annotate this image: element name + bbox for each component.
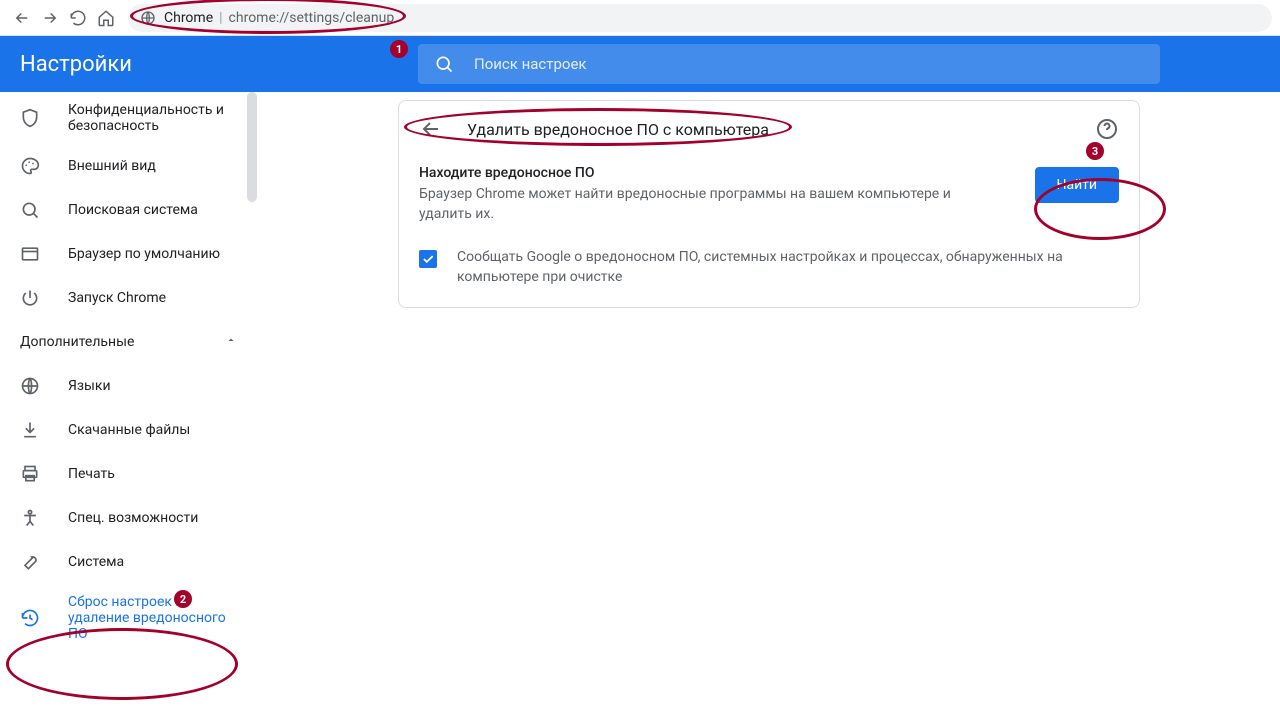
sidebar-item-search-engine[interactable]: Поисковая система <box>0 188 249 232</box>
url-separator: | <box>219 10 222 26</box>
globe-icon <box>20 376 40 396</box>
scrollbar-thumb[interactable] <box>247 92 257 202</box>
sidebar-item-label: Сброс настроек и удаление вредоносного П… <box>68 594 229 642</box>
sidebar-item-downloads[interactable]: Скачанные файлы <box>0 408 249 452</box>
report-checkbox-row: Сообщать Google о вредоносном ПО, систем… <box>419 248 1119 287</box>
find-section-desc: Браузер Chrome может найти вредоносные п… <box>419 185 995 224</box>
sidebar-item-reset-cleanup[interactable]: Сброс настроек и удаление вредоносного П… <box>0 584 249 652</box>
sidebar-item-label: Языки <box>68 378 111 394</box>
power-icon <box>20 288 40 308</box>
address-bar[interactable]: Chrome | chrome://settings/cleanup <box>128 4 1272 32</box>
sidebar: Конфиденциальность и безопасность Внешни… <box>0 92 258 713</box>
sidebar-section-label: Дополнительные <box>20 334 134 350</box>
cleanup-panel: Удалить вредоносное ПО с компьютера Нахо… <box>398 100 1140 308</box>
panel-body: Находите вредоносное ПО Браузер Chrome м… <box>399 157 1139 307</box>
home-icon[interactable] <box>92 4 120 32</box>
sidebar-item-label: Поисковая система <box>68 202 198 218</box>
sidebar-item-on-startup[interactable]: Запуск Chrome <box>0 276 249 320</box>
sidebar-item-label: Конфиденциальность и безопасность <box>68 102 229 134</box>
search-input[interactable] <box>474 55 1144 73</box>
chevron-up-icon <box>225 334 237 350</box>
restore-icon <box>20 608 40 628</box>
sidebar-item-label: Печать <box>68 466 115 482</box>
main-panel-wrap: Удалить вредоносное ПО с компьютера Нахо… <box>258 92 1280 713</box>
content-area: Конфиденциальность и безопасность Внешни… <box>0 92 1280 713</box>
reload-icon[interactable] <box>64 4 92 32</box>
sidebar-item-label: Скачанные файлы <box>68 422 190 438</box>
browser-icon <box>20 244 40 264</box>
sidebar-item-label: Внешний вид <box>68 158 156 174</box>
back-nav-icon[interactable] <box>8 4 36 32</box>
shield-icon <box>20 108 40 128</box>
palette-icon <box>20 156 40 176</box>
sidebar-item-default-browser[interactable]: Браузер по умолчанию <box>0 232 249 276</box>
sidebar-item-languages[interactable]: Языки <box>0 364 249 408</box>
download-icon <box>20 420 40 440</box>
wrench-icon <box>20 552 40 572</box>
sidebar-item-label: Система <box>68 554 124 570</box>
panel-back-button[interactable] <box>419 117 443 141</box>
page-title: Настройки <box>20 52 418 77</box>
sidebar-item-accessibility[interactable]: Спец. возможности <box>0 496 249 540</box>
site-info-icon[interactable] <box>140 10 156 26</box>
find-section-title: Находите вредоносное ПО <box>419 165 995 181</box>
sidebar-section-advanced[interactable]: Дополнительные <box>0 320 257 364</box>
print-icon <box>20 464 40 484</box>
panel-header: Удалить вредоносное ПО с компьютера <box>399 101 1139 157</box>
settings-search[interactable] <box>418 44 1160 84</box>
report-checkbox-label: Сообщать Google о вредоносном ПО, систем… <box>457 248 1119 287</box>
url-segment-path: chrome://settings/cleanup <box>229 10 395 26</box>
find-button[interactable]: Найти <box>1035 167 1120 203</box>
help-icon[interactable] <box>1095 117 1119 141</box>
sidebar-item-label: Запуск Chrome <box>68 290 166 306</box>
sidebar-item-system[interactable]: Система <box>0 540 249 584</box>
search-icon <box>20 200 40 220</box>
report-checkbox[interactable] <box>419 250 437 268</box>
sidebar-item-label: Браузер по умолчанию <box>68 246 220 262</box>
forward-nav-icon[interactable] <box>36 4 64 32</box>
sidebar-item-label: Спец. возможности <box>68 510 198 526</box>
sidebar-item-print[interactable]: Печать <box>0 452 249 496</box>
sidebar-item-appearance[interactable]: Внешний вид <box>0 144 249 188</box>
settings-header: Настройки <box>0 36 1280 92</box>
search-icon <box>434 54 454 74</box>
url-segment-origin: Chrome <box>164 10 213 26</box>
panel-title: Удалить вредоносное ПО с компьютера <box>467 120 769 139</box>
find-section: Находите вредоносное ПО Браузер Chrome м… <box>419 165 1119 224</box>
accessibility-icon <box>20 508 40 528</box>
browser-toolbar: Chrome | chrome://settings/cleanup <box>0 0 1280 36</box>
sidebar-item-privacy[interactable]: Конфиденциальность и безопасность <box>0 92 249 144</box>
